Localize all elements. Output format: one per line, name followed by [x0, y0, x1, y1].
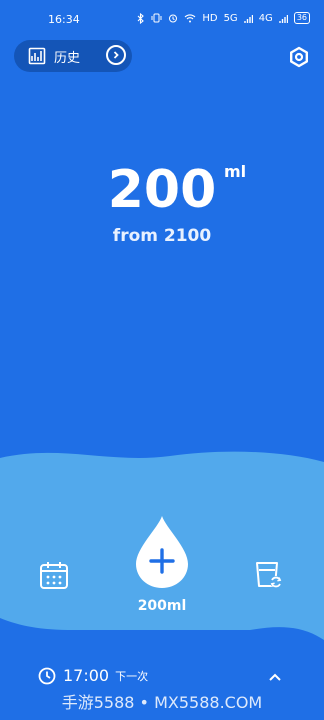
settings-button[interactable]	[288, 46, 310, 72]
next-reminder[interactable]: 17:00 下一次	[38, 666, 148, 685]
history-button[interactable]: 历史	[14, 40, 132, 72]
next-reminder-time: 17:00	[63, 666, 110, 685]
add-drink-button[interactable]	[134, 514, 190, 590]
gear-icon	[290, 46, 308, 68]
clock-icon	[38, 667, 56, 684]
calendar-icon	[40, 562, 68, 589]
vibrate-icon	[151, 13, 162, 23]
signal-1: 5G	[223, 12, 238, 24]
cup-switch-icon	[256, 562, 282, 588]
calendar-button[interactable]	[38, 559, 70, 591]
chart-icon	[28, 47, 46, 65]
chevron-right-icon	[106, 45, 126, 65]
signal-2: 4G	[258, 12, 273, 24]
chevron-up-icon	[269, 673, 281, 681]
network-type: HD	[202, 12, 218, 24]
intake-unit: ml	[224, 162, 247, 181]
status-bar: 16:34 HD 5G 4G 36	[0, 0, 324, 38]
status-icons: HD 5G 4G 36	[137, 12, 310, 24]
battery-level: 36	[293, 12, 310, 24]
status-time: 16:34	[48, 13, 80, 26]
expand-button[interactable]	[268, 669, 282, 688]
watermark: 手游5588 • MX5588.COM	[61, 693, 263, 712]
signal-bars-icon	[279, 14, 288, 23]
cup-switch-button[interactable]	[253, 559, 285, 591]
next-reminder-label: 下一次	[115, 669, 149, 683]
wifi-icon	[184, 14, 196, 23]
signal-bars-icon	[243, 14, 253, 23]
water-drop-plus-icon	[136, 516, 188, 588]
bluetooth-icon	[137, 12, 145, 24]
drink-amount-label: 200ml	[137, 598, 187, 614]
alarm-icon	[169, 14, 178, 23]
history-label: 历史	[54, 50, 81, 66]
daily-goal: from 2100	[112, 226, 212, 246]
intake-amount: 200	[107, 160, 217, 220]
